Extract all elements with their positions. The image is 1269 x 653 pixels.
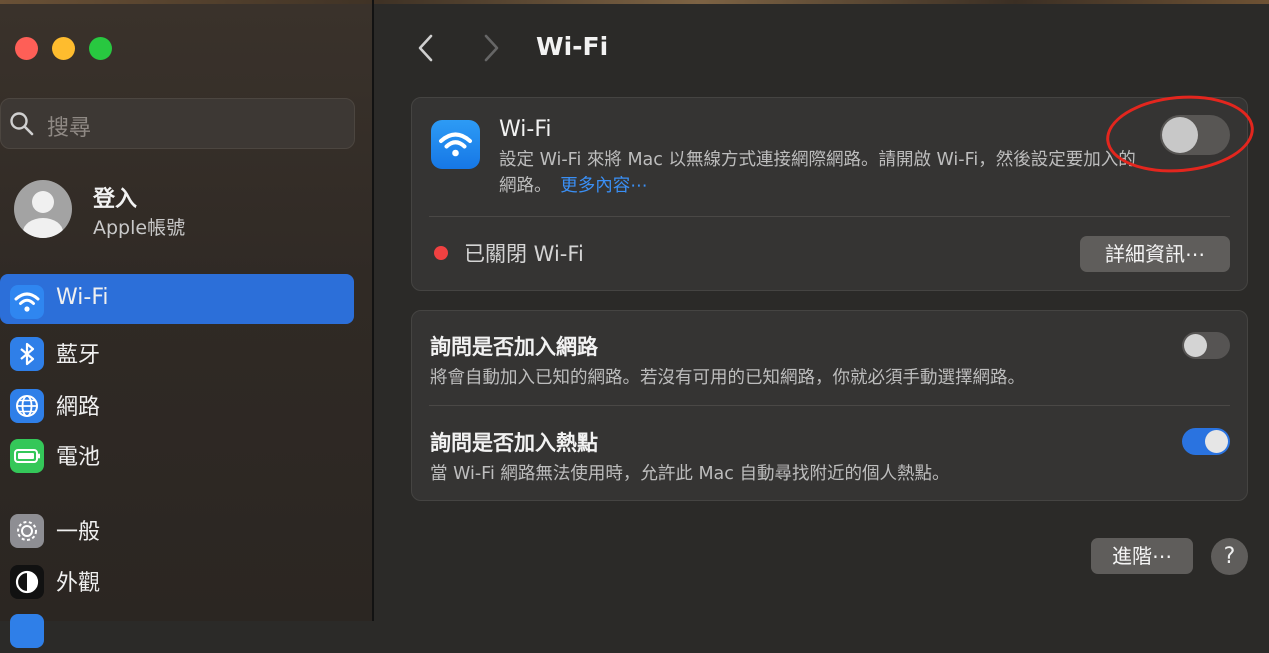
advanced-button[interactable]: 進階⋯	[1091, 538, 1193, 574]
globe-icon	[10, 389, 44, 423]
page-title: Wi-Fi	[536, 32, 609, 61]
chevron-right-icon	[484, 34, 499, 62]
zoom-window-button[interactable]	[89, 37, 112, 60]
wifi-icon	[10, 285, 44, 319]
sidebar-item-label: 網路	[56, 395, 101, 420]
ask-join-networks-title: 詢問是否加入網路	[430, 335, 598, 359]
toggle-knob	[1205, 430, 1228, 453]
sidebar-item-general[interactable]: 一般	[0, 503, 354, 553]
sidebar-item-accessibility[interactable]	[0, 603, 354, 653]
wifi-description: 設定 Wi-Fi 來將 Mac 以無線方式連接網際網路。請開啟 Wi-Fi，然後…	[499, 147, 1139, 199]
card-divider	[429, 216, 1230, 217]
ask-join-hotspots-toggle[interactable]	[1182, 428, 1230, 455]
forward-button[interactable]	[480, 32, 504, 75]
help-button[interactable]: ?	[1211, 538, 1248, 575]
avatar[interactable]	[14, 180, 72, 238]
search-placeholder: 搜尋	[47, 116, 92, 141]
sidebar-item-label: 藍牙	[56, 343, 101, 368]
search-input[interactable]: 搜尋	[0, 98, 355, 149]
person-icon	[23, 191, 63, 238]
ask-join-hotspots-description: 當 Wi-Fi 網路無法使用時，允許此 Mac 自動尋找附近的個人熱點。	[430, 464, 950, 484]
back-button[interactable]	[414, 32, 438, 75]
wifi-status: 已關閉 Wi-Fi	[464, 242, 584, 266]
sidebar-item-label: Wi-Fi	[56, 285, 109, 310]
search-icon	[10, 112, 34, 136]
ask-join-hotspots-title: 詢問是否加入熱點	[430, 431, 598, 455]
sidebar-item-label: 電池	[56, 445, 101, 470]
chevron-left-icon	[418, 34, 433, 62]
sidebar-item-label: 一般	[56, 520, 101, 545]
account-title[interactable]: 登入	[93, 181, 137, 213]
minimize-window-button[interactable]	[52, 37, 75, 60]
bluetooth-icon	[10, 337, 44, 371]
battery-icon	[10, 439, 44, 473]
gear-icon	[10, 514, 44, 548]
sidebar-item-bluetooth[interactable]: 藍牙	[0, 326, 354, 376]
sidebar-item-wifi[interactable]: Wi-Fi	[0, 274, 354, 324]
sidebar-divider	[372, 0, 374, 621]
sidebar-item-battery[interactable]: 電池	[0, 428, 354, 478]
status-dot-icon	[434, 246, 448, 260]
sidebar-item-appearance[interactable]: 外觀	[0, 554, 354, 604]
accessibility-icon	[10, 614, 44, 648]
wifi-title: Wi-Fi	[499, 117, 552, 142]
sidebar-item-network[interactable]: 網路	[0, 378, 354, 428]
toggle-knob	[1184, 334, 1207, 357]
card-divider	[429, 405, 1230, 406]
appearance-icon	[10, 565, 44, 599]
close-window-button[interactable]	[15, 37, 38, 60]
ask-join-networks-description: 將會自動加入已知的網路。若沒有可用的已知網路，你就必須手動選擇網路。	[430, 368, 1025, 388]
ask-join-networks-toggle[interactable]	[1182, 332, 1230, 359]
wifi-icon	[431, 120, 480, 169]
more-info-link[interactable]: 更多內容⋯	[560, 176, 648, 196]
sidebar-item-label: 外觀	[56, 571, 101, 596]
account-subtitle: Apple帳號	[93, 217, 186, 239]
details-button[interactable]: 詳細資訊⋯	[1080, 236, 1230, 272]
